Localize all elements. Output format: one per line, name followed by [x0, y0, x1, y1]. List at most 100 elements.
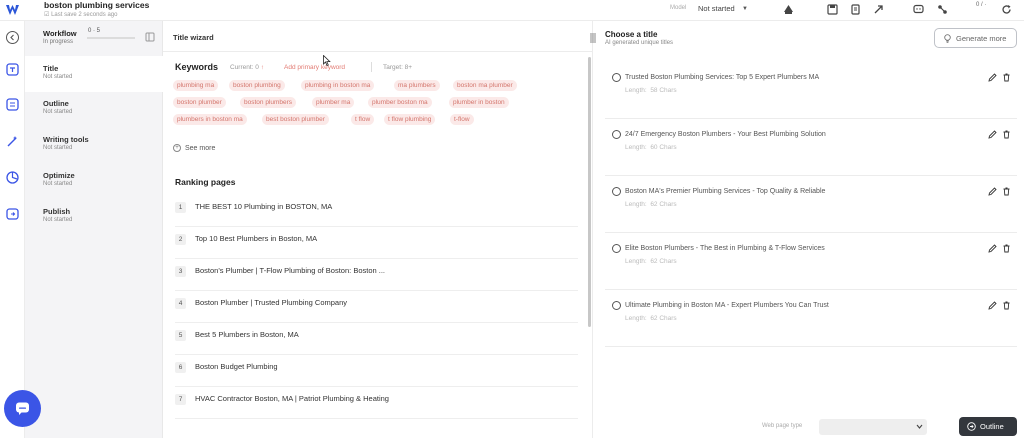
collapse-sidebar-icon[interactable] — [5, 30, 20, 45]
wizard-title: Title wizard — [173, 33, 214, 42]
title-option-text: 24/7 Emergency Boston Plumbers - Your Be… — [625, 131, 826, 138]
workflow-item-title[interactable]: Title Not started — [25, 56, 163, 92]
choose-title-heading: Choose a title — [605, 30, 658, 39]
chevron-down-icon[interactable]: ▼ — [742, 6, 748, 12]
save-icon[interactable] — [827, 4, 838, 15]
share-icon[interactable] — [873, 4, 884, 15]
outline-button-label: Outline — [980, 422, 1004, 431]
publish-icon[interactable] — [5, 206, 20, 221]
web-page-type-label: Web page type — [762, 423, 803, 429]
title-option-row[interactable]: Ultimate Plumbing in Boston MA - Expert … — [605, 290, 1017, 347]
workflow-status: In progress — [43, 39, 74, 45]
keyword-chip[interactable]: t flow — [351, 114, 375, 125]
keyword-chip[interactable]: plumber in boston — [449, 97, 509, 108]
export-icon[interactable] — [850, 4, 861, 15]
ranking-page-row[interactable]: 1 THE BEST 10 Plumbing in BOSTON, MA — [175, 195, 578, 227]
keyword-chip[interactable]: boston ma plumber — [453, 80, 517, 91]
keyword-chip[interactable]: boston plumbing — [229, 80, 285, 91]
keyword-chip[interactable]: plumber ma — [312, 97, 355, 108]
top-bar: boston plumbing services ☑ Last save 2 s… — [0, 0, 1024, 21]
model-label: Model — [670, 5, 687, 11]
title-radio[interactable] — [612, 244, 621, 253]
workflow-item-outline[interactable]: Outline Not started — [25, 91, 163, 127]
ranking-page-row[interactable]: 6 Boston Budget Plumbing — [175, 355, 578, 387]
title-length: Length: 62 Chars — [625, 258, 677, 265]
pencil-icon[interactable] — [988, 244, 997, 253]
save-time: 2 seconds ago — [78, 12, 118, 18]
keyword-chip[interactable]: plumbing ma — [173, 80, 219, 91]
support-chat-button[interactable] — [4, 390, 41, 427]
ranking-page-row[interactable]: 5 Best 5 Plumbers in Boston, MA — [175, 323, 578, 355]
workflow-panel: Workflow In progress 0 · 5 Title Not sta… — [25, 21, 163, 438]
keyword-chip[interactable]: t flow plumbing — [384, 114, 436, 125]
title-radio[interactable] — [612, 73, 621, 82]
keyword-chip[interactable]: ma plumbers — [394, 80, 440, 91]
title-option-row[interactable]: Trusted Boston Plumbing Services: Top 5 … — [605, 62, 1017, 119]
keyword-chip[interactable]: plumber boston ma — [368, 97, 432, 108]
optimize-icon[interactable] — [5, 170, 20, 185]
title-option-row[interactable]: Elite Boston Plumbers - The Best in Plum… — [605, 233, 1017, 290]
refresh-icon[interactable] — [1001, 4, 1012, 15]
title-step-icon[interactable] — [5, 62, 20, 77]
arrow-circle-icon — [967, 422, 976, 431]
workflow-item-writing-tools[interactable]: Writing tools Not started — [25, 127, 163, 163]
ranking-page-row[interactable]: 3 Boston's Plumber | T-Flow Plumbing of … — [175, 259, 578, 291]
writing-tools-icon[interactable] — [5, 134, 20, 149]
keyword-chip[interactable]: best boston plumber — [262, 114, 329, 125]
bottom-action-bar: Web page type Outline — [593, 417, 1024, 438]
trash-icon[interactable] — [1002, 73, 1011, 82]
keywords-target: Target: 8+ — [383, 64, 413, 71]
connect-icon[interactable] — [937, 4, 948, 15]
generate-more-button[interactable]: Generate more — [934, 28, 1017, 48]
keyword-chip[interactable]: boston plumbers — [240, 97, 297, 108]
document-title[interactable]: boston plumbing services — [44, 0, 149, 10]
save-status: ☑ Last save 2 seconds ago — [44, 11, 117, 18]
workflow-item-optimize[interactable]: Optimize Not started — [25, 163, 163, 199]
web-page-type-select[interactable] — [819, 419, 927, 435]
keyword-chip[interactable]: plumbing in boston ma — [301, 80, 375, 91]
keyword-chip[interactable]: boston plumber — [173, 97, 226, 108]
title-length: Length: 62 Chars — [625, 315, 677, 322]
pencil-icon[interactable] — [988, 187, 997, 196]
model-select[interactable]: Not started — [698, 4, 735, 13]
trash-icon[interactable] — [1002, 187, 1011, 196]
pencil-icon[interactable] — [988, 130, 997, 139]
title-option-row[interactable]: 24/7 Emergency Boston Plumbers - Your Be… — [605, 119, 1017, 176]
outline-button[interactable]: Outline — [959, 417, 1017, 436]
title-radio[interactable] — [612, 130, 621, 139]
trash-icon[interactable] — [1002, 130, 1011, 139]
ranking-page-row[interactable]: 7 HVAC Contractor Boston, MA | Patriot P… — [175, 387, 578, 419]
keyword-chip[interactable]: plumbers in boston ma — [173, 114, 247, 125]
workflow-item-label: Title — [43, 64, 59, 73]
pencil-icon[interactable] — [988, 73, 997, 82]
wizard-scrollbar[interactable] — [588, 57, 591, 327]
ranking-page-row[interactable]: 2 Top 10 Best Plumbers in Boston, MA — [175, 227, 578, 259]
workflow-item-publish[interactable]: Publish Not started — [25, 199, 163, 235]
trash-icon[interactable] — [1002, 301, 1011, 310]
cloud-icon[interactable] — [783, 4, 794, 15]
rank-number: 1 — [175, 202, 186, 213]
title-length: Length: 58 Chars — [625, 87, 677, 94]
trash-icon[interactable] — [1002, 244, 1011, 253]
workflow-progress-bar — [87, 37, 135, 39]
app-logo-icon[interactable] — [5, 3, 20, 17]
title-option-text: Elite Boston Plumbers - The Best in Plum… — [625, 245, 825, 252]
workflow-item-status: Not started — [43, 74, 73, 80]
pencil-icon[interactable] — [988, 301, 997, 310]
outline-step-icon[interactable] — [5, 97, 20, 112]
panel-toggle-icon[interactable] — [145, 32, 155, 42]
add-primary-keyword-link[interactable]: Add primary keyword — [284, 64, 345, 71]
chat-icon[interactable] — [913, 4, 924, 15]
ranking-page-row[interactable]: 4 Boston Plumber | Trusted Plumbing Comp… — [175, 291, 578, 323]
title-radio[interactable] — [612, 187, 621, 196]
keyword-chip[interactable]: t-flow — [450, 114, 474, 125]
arrow-up-icon: ↑ — [260, 64, 264, 71]
see-more-button[interactable]: + See more — [173, 144, 215, 152]
workflow-title: Workflow — [43, 29, 77, 38]
lightbulb-icon — [944, 34, 951, 43]
workflow-progress-count: 0 · 5 — [88, 28, 101, 34]
title-option-row[interactable]: Boston MA's Premier Plumbing Services - … — [605, 176, 1017, 233]
resize-handle-icon[interactable] — [589, 33, 597, 43]
title-radio[interactable] — [612, 301, 621, 310]
title-length-value: 62 Chars — [650, 258, 677, 265]
